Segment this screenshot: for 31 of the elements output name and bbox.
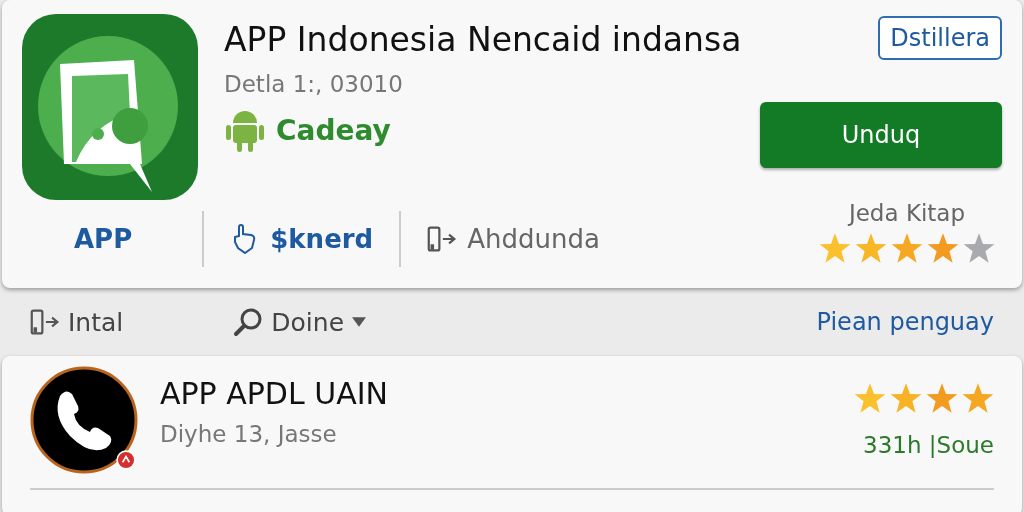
star-icon [927,232,959,264]
action-tab[interactable]: APP [22,224,203,254]
app-title: APP APDL UAIN [160,376,389,411]
link[interactable]: Piean penguay [816,308,994,336]
star-icon [926,382,958,414]
star-icon [962,382,994,414]
device-icon [30,307,60,337]
toolbar-button[interactable]: Intal [30,307,124,337]
download-button[interactable]: Unduq [760,102,1002,168]
empty-star-icon [963,232,995,264]
app-icon [22,14,198,200]
action-tab[interactable]: Ahddunda [401,224,626,254]
star-icon [854,382,886,414]
action-tab[interactable]: $knerd [204,224,400,254]
sort-dropdown[interactable]: Doine [233,307,366,337]
star-icon [819,232,851,264]
device-icon [427,224,458,254]
app-date: Diyhe 13, Jasse [160,421,338,447]
app-meta: 331h |Soue [863,432,994,458]
star-icon [891,232,923,264]
star-icon [890,382,922,414]
phone-app-icon [30,366,138,474]
badge-icon [116,450,136,470]
app-title: APP Indonesia Nencaid indansa [224,20,743,59]
star-icon [855,232,887,264]
developer-name[interactable]: Cadeay [276,113,391,147]
search-icon [233,307,264,337]
secondary-button[interactable]: Dstillera [878,16,1002,60]
app-version: Detla 1:, 03010 [224,71,404,97]
rating-label: Jeda Kitap [848,200,966,226]
caret-icon [352,317,366,327]
